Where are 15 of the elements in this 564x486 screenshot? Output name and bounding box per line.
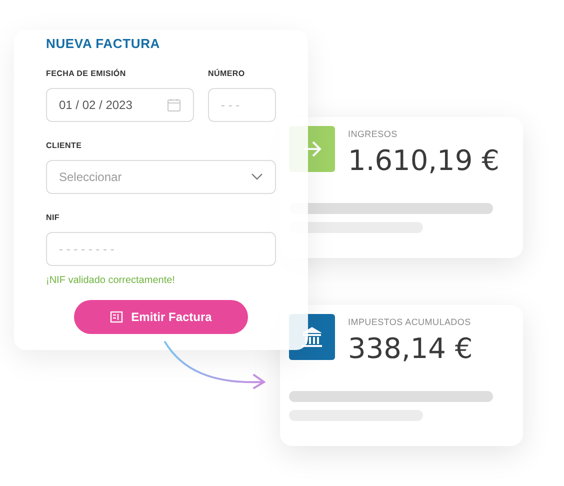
form-title: NUEVA FACTURA — [46, 35, 162, 53]
validation-message: ¡NIF validado correctamente! — [46, 274, 176, 288]
client-select[interactable]: Seleccionar — [46, 160, 276, 194]
date-field[interactable]: 01 / 02 / 2023 — [46, 88, 194, 122]
card-amount: 1.610,19 € — [348, 144, 500, 178]
field-label: FECHA DE EMISIÓN — [46, 68, 127, 80]
input-field[interactable]: - - - - - - - - — [46, 232, 276, 266]
field-label: NÚMERO — [208, 68, 246, 80]
issue-invoice-button[interactable]: Emitir Factura — [74, 300, 248, 334]
card-label: INGRESOS — [348, 128, 398, 141]
field-label: NIF — [46, 212, 60, 224]
input-field[interactable]: - - - — [208, 88, 276, 122]
card-label: IMPUESTOS ACUMULADOS — [348, 316, 472, 329]
field-label: CLIENTE — [46, 140, 83, 152]
card-amount: 338,14 € — [348, 332, 473, 366]
